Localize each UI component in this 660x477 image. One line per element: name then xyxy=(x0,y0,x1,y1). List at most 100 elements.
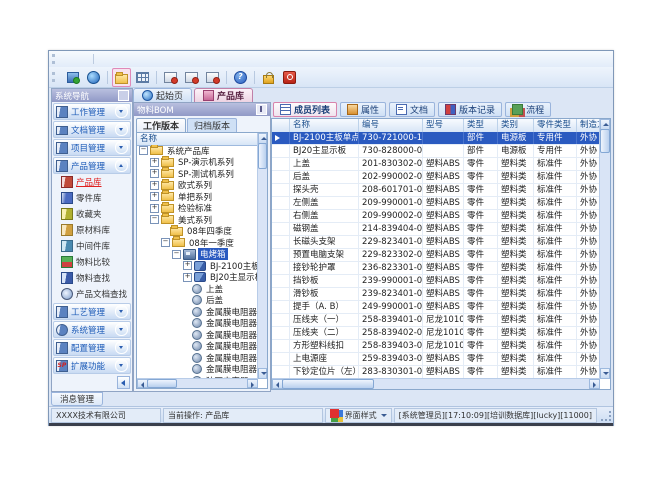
toolbar-button[interactable] xyxy=(84,68,103,87)
table-row[interactable]: BJ20主显示板 730-828000-04I 部件 电源板 专用件 外协 颗 xyxy=(272,145,600,158)
members-tab[interactable]: 属性 xyxy=(340,102,386,117)
bom-version-tab[interactable]: 工作版本 xyxy=(136,118,186,132)
sidebar-item[interactable]: 文档管理 xyxy=(53,121,131,138)
document-tab[interactable]: 产品库 xyxy=(194,88,253,102)
sidebar-item[interactable]: 产品文档查找 xyxy=(52,286,132,302)
menu-item[interactable] xyxy=(62,58,76,60)
table-row[interactable]: 上盖 201-830302-00I 塑料ABS 零件 塑料类 标准件 外协 条 xyxy=(272,158,600,171)
column-header[interactable]: 型号 xyxy=(423,119,464,132)
sidebar-item[interactable]: 物料查找 xyxy=(52,270,132,286)
toolbar-grip-handle[interactable] xyxy=(52,72,58,82)
scroll-thumb[interactable] xyxy=(147,379,177,388)
toolbar-button[interactable] xyxy=(203,68,222,87)
tree-expander-icon[interactable]: + xyxy=(150,181,159,190)
sidebar-item[interactable]: 中间件库 xyxy=(52,238,132,254)
table-row[interactable]: 预置电脑支架 229-823302-00I 塑料ABS 零件 塑料类 标准件 外… xyxy=(272,249,600,262)
table-row[interactable]: 方形塑料线扣 258-839403-00I 尼龙1010 零件 塑料类 标准件 … xyxy=(272,340,600,353)
tree-expander-icon[interactable] xyxy=(183,331,190,338)
menu-item[interactable] xyxy=(111,58,125,60)
sidebar-pin-icon[interactable] xyxy=(118,90,129,101)
toolbar-button[interactable] xyxy=(112,68,131,87)
tree-node[interactable]: 上盖 xyxy=(137,283,258,295)
toolbar-button[interactable] xyxy=(226,71,227,84)
tree-expander-icon[interactable]: + xyxy=(150,192,159,201)
tree-expander-icon[interactable] xyxy=(183,320,190,327)
table-row[interactable]: 磁钢盖 214-839404-01I 塑料ABS 零件 塑料类 标准件 外协 条 xyxy=(272,223,600,236)
toolbar-button[interactable] xyxy=(63,68,82,87)
sidebar-item[interactable]: 零件库 xyxy=(52,190,132,206)
members-tab[interactable]: 成员列表 xyxy=(273,102,337,117)
chevron-down-icon[interactable] xyxy=(115,359,128,372)
tree-node[interactable]: 金属膜电阻器 xyxy=(137,364,258,376)
toolbar-button[interactable] xyxy=(182,68,201,87)
tree-node[interactable]: + 欧式系列 xyxy=(137,180,258,192)
tree-node[interactable]: + 检验标准 xyxy=(137,203,258,215)
table-horizontal-scrollbar[interactable] xyxy=(272,378,600,389)
tree-node[interactable]: − 美式系列 xyxy=(137,214,258,226)
toolbar-button[interactable] xyxy=(254,71,255,84)
tree-node[interactable]: + SP-测试机系列 xyxy=(137,168,258,180)
tree-expander-icon[interactable]: + xyxy=(150,204,159,213)
resize-grip[interactable] xyxy=(601,411,611,421)
tree-expander-icon[interactable]: + xyxy=(183,261,192,270)
table-row[interactable]: 左侧盖 209-990001-01I 塑料ABS 零件 塑料类 标准件 外协 条 xyxy=(272,197,600,210)
tree-node[interactable]: 金属膜电阻器 xyxy=(137,352,258,364)
table-row[interactable]: 右侧盖 209-990002-01I 塑料ABS 零件 塑料类 标准件 外协 条 xyxy=(272,210,600,223)
chevron-down-icon[interactable] xyxy=(115,305,128,318)
members-tab[interactable]: 流程 xyxy=(505,102,551,117)
members-tab[interactable]: 版本记录 xyxy=(438,102,502,117)
table-row[interactable]: 挡钞板 239-990001-01I 塑料ABS 零件 塑料类 标准件 外协 条 xyxy=(272,275,600,288)
scroll-thumb[interactable] xyxy=(282,379,374,389)
document-tab[interactable]: 起始页 xyxy=(133,88,192,102)
sidebar-item[interactable]: 产品库 xyxy=(52,174,132,190)
tree-expander-icon[interactable]: − xyxy=(161,238,170,247)
sidebar-item[interactable]: 工作管理 xyxy=(53,103,131,120)
table-row[interactable]: 滑钞板 239-823401-00I 塑料ABS 零件 塑料类 标准件 外协 条 xyxy=(272,288,600,301)
sidebar-item[interactable]: 物料比较 xyxy=(52,254,132,270)
table-row[interactable]: 接钞轮护罩 236-823301-00I 塑料ABS 零件 塑料类 标准件 外协… xyxy=(272,262,600,275)
menu-item[interactable] xyxy=(125,58,139,60)
toolbar-button[interactable] xyxy=(107,71,108,84)
table-row[interactable]: 上电源座 259-839403-00I 塑料ABS 零件 塑料类 标准件 外协 … xyxy=(272,353,600,366)
table-row[interactable]: 探头壳 208-601701-01I 塑料ABS 零件 塑料类 标准件 外协 条 xyxy=(272,184,600,197)
tree-expander-icon[interactable] xyxy=(183,366,190,373)
column-header[interactable]: 编号 xyxy=(359,119,423,132)
tree-expander-icon[interactable] xyxy=(183,343,190,350)
sidebar-item[interactable]: 系统管理 xyxy=(53,321,131,338)
tree-expander-icon[interactable] xyxy=(183,297,190,304)
toolbar-button[interactable] xyxy=(259,68,278,87)
menu-item[interactable] xyxy=(93,54,94,64)
table-vertical-scrollbar[interactable] xyxy=(599,119,610,379)
tree-expander-icon[interactable]: − xyxy=(172,250,181,259)
tree-expander-icon[interactable]: + xyxy=(150,158,159,167)
sidebar-item[interactable]: 配置管理 xyxy=(53,339,131,356)
tree-horizontal-scrollbar[interactable] xyxy=(137,378,258,388)
table-row[interactable]: 提手（A. B） 249-990001-01I 塑料ABS 零件 塑料类 标准件… xyxy=(272,301,600,314)
toolbar-button[interactable] xyxy=(133,68,152,87)
menu-item[interactable] xyxy=(76,58,90,60)
tree-expander-icon[interactable]: + xyxy=(183,273,192,282)
tree-expander-icon[interactable] xyxy=(161,228,168,235)
menu-grip-handle[interactable] xyxy=(52,54,58,64)
scroll-thumb[interactable] xyxy=(600,129,610,153)
members-tab[interactable]: 文档 xyxy=(389,102,435,117)
toolbar-button[interactable] xyxy=(280,68,299,87)
column-header[interactable]: 类型 xyxy=(464,119,498,132)
tree-node[interactable]: − 08年一季度 xyxy=(137,237,258,249)
chevron-down-icon[interactable] xyxy=(115,159,128,172)
column-header[interactable]: 名称 xyxy=(290,119,359,132)
sidebar-item[interactable]: 扩展功能 xyxy=(53,357,131,374)
table-row[interactable]: 长磁头支架 229-823401-00I 塑料ABS 零件 塑料类 标准件 外协… xyxy=(272,236,600,249)
tree-node[interactable]: + BJ20主显示板 xyxy=(137,272,258,284)
pin-icon[interactable] xyxy=(256,104,267,115)
table-row[interactable]: 后盖 202-990002-01I 塑料ABS 零件 塑料类 标准件 外协 条 xyxy=(272,171,600,184)
sidebar-collapse-button[interactable] xyxy=(117,376,130,389)
tree-node[interactable]: 金属膜电阻器 xyxy=(137,329,258,341)
scroll-down-icon[interactable] xyxy=(258,368,267,379)
tree-expander-icon[interactable] xyxy=(183,285,190,292)
scroll-down-icon[interactable] xyxy=(600,368,610,379)
scroll-right-icon[interactable] xyxy=(247,379,258,388)
scroll-right-icon[interactable] xyxy=(589,379,600,389)
table-row[interactable]: 压线夹（一） 258-839401-00I 尼龙1010 零件 塑料类 标准件 … xyxy=(272,314,600,327)
tree-node[interactable]: + 单把系列 xyxy=(137,191,258,203)
